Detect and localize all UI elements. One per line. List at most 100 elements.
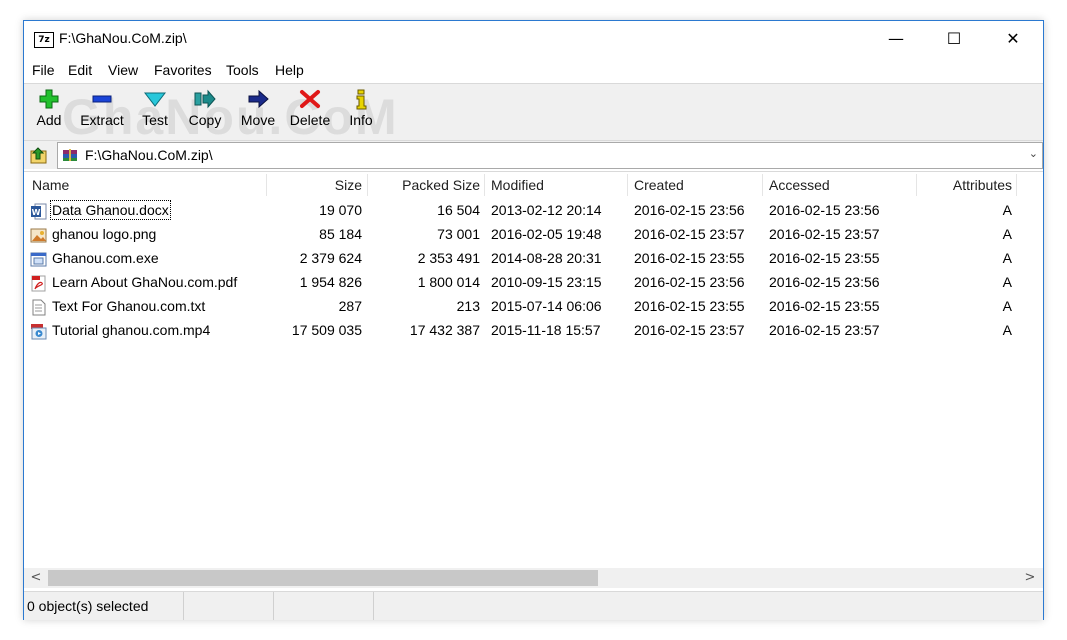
file-attributes: A xyxy=(1002,298,1012,314)
file-accessed: 2016-02-15 23:56 xyxy=(769,202,880,218)
info-button[interactable]: Info xyxy=(346,88,376,136)
file-name[interactable]: Ghanou.com.exe xyxy=(52,250,159,266)
file-accessed: 2016-02-15 23:57 xyxy=(769,322,880,338)
file-name[interactable]: ghanou logo.png xyxy=(52,226,156,242)
delete-label: Delete xyxy=(289,112,331,128)
file-created: 2016-02-15 23:55 xyxy=(634,250,745,266)
file-created: 2016-02-15 23:57 xyxy=(634,226,745,242)
column-header-name[interactable]: Name xyxy=(32,172,262,198)
menu-tools[interactable]: Tools xyxy=(226,62,259,78)
file-size: 85 184 xyxy=(319,226,362,242)
file-accessed: 2016-02-15 23:55 xyxy=(769,298,880,314)
file-created: 2016-02-15 23:56 xyxy=(634,274,745,290)
chevron-down-icon[interactable]: ⌄ xyxy=(1029,147,1038,160)
delete-button[interactable]: Delete xyxy=(287,88,333,136)
delete-icon xyxy=(300,90,320,108)
table-row[interactable]: Ghanou.com.exe 2 379 624 2 353 491 2014-… xyxy=(24,247,1043,271)
close-button[interactable]: ✕ xyxy=(984,21,1042,57)
column-header-packed-size[interactable]: Packed Size xyxy=(374,172,480,198)
file-packed-size: 1 800 014 xyxy=(417,274,480,290)
column-header-attributes[interactable]: Attributes xyxy=(919,172,1012,198)
extract-label: Extract xyxy=(80,112,124,128)
test-label: Test xyxy=(142,112,168,128)
file-packed-size: 2 353 491 xyxy=(417,250,480,266)
column-header-modified[interactable]: Modified xyxy=(491,172,621,198)
file-name[interactable]: Text For Ghanou.com.txt xyxy=(52,298,205,314)
file-size: 287 xyxy=(338,298,362,314)
menu-bar: File Edit View Favorites Tools Help xyxy=(24,59,1043,83)
file-name[interactable]: Learn About GhaNou.com.pdf xyxy=(52,274,237,290)
address-bar: F:\GhaNou.CoM.zip\ ⌄ xyxy=(24,141,1043,169)
address-path: F:\GhaNou.CoM.zip\ xyxy=(85,147,213,163)
table-row[interactable]: W Data Ghanou.docx 19 070 16 504 2013-02… xyxy=(24,199,1043,223)
horizontal-scrollbar[interactable]: < > xyxy=(24,568,1043,588)
extract-button[interactable]: Extract xyxy=(78,88,126,136)
add-label: Add xyxy=(36,112,62,128)
column-divider[interactable] xyxy=(367,174,368,196)
column-divider[interactable] xyxy=(916,174,917,196)
file-accessed: 2016-02-15 23:57 xyxy=(769,226,880,242)
menu-file[interactable]: File xyxy=(32,62,55,78)
7zip-app-icon: 7z xyxy=(34,32,54,48)
file-modified: 2016-02-05 19:48 xyxy=(491,226,602,242)
scroll-left-button[interactable]: < xyxy=(26,568,46,588)
move-label: Move xyxy=(240,112,276,128)
selection-status: 0 object(s) selected xyxy=(27,592,184,620)
copy-button[interactable]: Copy xyxy=(186,88,224,136)
file-size: 19 070 xyxy=(319,202,362,218)
column-header-created[interactable]: Created xyxy=(634,172,758,198)
file-name[interactable]: Tutorial ghanou.com.mp4 xyxy=(52,322,210,338)
table-row[interactable]: Learn About GhaNou.com.pdf 1 954 826 1 8… xyxy=(24,271,1043,295)
menu-help[interactable]: Help xyxy=(275,62,304,78)
image-file-icon xyxy=(30,228,47,243)
menu-favorites[interactable]: Favorites xyxy=(154,62,212,78)
column-divider[interactable] xyxy=(484,174,485,196)
file-attributes: A xyxy=(1002,226,1012,242)
window-title: F:\GhaNou.CoM.zip\ xyxy=(59,30,187,46)
column-divider[interactable] xyxy=(1016,174,1017,196)
test-button[interactable]: Test xyxy=(138,88,172,136)
column-divider[interactable] xyxy=(266,174,267,196)
file-created: 2016-02-15 23:55 xyxy=(634,298,745,314)
scroll-thumb[interactable] xyxy=(48,570,598,586)
column-divider[interactable] xyxy=(627,174,628,196)
add-button[interactable]: Add xyxy=(32,88,66,136)
column-header-accessed[interactable]: Accessed xyxy=(769,172,909,198)
table-row[interactable]: ghanou logo.png 85 184 73 001 2016-02-05… xyxy=(24,223,1043,247)
copy-icon xyxy=(194,89,216,109)
column-divider[interactable] xyxy=(762,174,763,196)
toolbar: GhaNou.CoM Add Extract Test Copy Move De… xyxy=(24,83,1043,145)
file-packed-size: 73 001 xyxy=(437,226,480,242)
file-size: 1 954 826 xyxy=(299,274,362,290)
info-label: Info xyxy=(349,112,373,128)
file-attributes: A xyxy=(1002,250,1012,266)
table-row[interactable]: Tutorial ghanou.com.mp4 17 509 035 17 43… xyxy=(24,319,1043,343)
svg-text:W: W xyxy=(32,208,41,217)
video-file-icon xyxy=(31,324,47,340)
status-panel xyxy=(274,592,374,620)
archive-window: 7z F:\GhaNou.CoM.zip\ — ☐ ✕ File Edit Vi… xyxy=(23,20,1044,620)
file-packed-size: 16 504 xyxy=(437,202,480,218)
maximize-button[interactable]: ☐ xyxy=(925,21,983,57)
file-modified: 2013-02-12 20:14 xyxy=(491,202,602,218)
test-icon xyxy=(143,92,167,107)
minimize-button[interactable]: — xyxy=(867,21,925,57)
copy-label: Copy xyxy=(188,112,222,128)
scroll-right-button[interactable]: > xyxy=(1020,568,1040,588)
file-name[interactable]: Data Ghanou.docx xyxy=(50,200,171,220)
file-size: 17 509 035 xyxy=(291,322,362,338)
column-header-size[interactable]: Size xyxy=(274,172,362,198)
status-bar: 0 object(s) selected xyxy=(24,591,1043,620)
menu-edit[interactable]: Edit xyxy=(68,62,92,78)
table-row[interactable]: Text For Ghanou.com.txt 287 213 2015-07-… xyxy=(24,295,1043,319)
file-packed-size: 17 432 387 xyxy=(409,322,480,338)
text-file-icon xyxy=(32,299,46,316)
file-accessed: 2016-02-15 23:56 xyxy=(769,274,880,290)
move-button[interactable]: Move xyxy=(238,88,278,136)
file-modified: 2015-11-18 15:57 xyxy=(491,322,601,338)
file-modified: 2014-08-28 20:31 xyxy=(491,250,602,266)
word-doc-icon: W xyxy=(31,203,47,220)
up-folder-icon[interactable] xyxy=(28,145,50,165)
menu-view[interactable]: View xyxy=(108,62,138,78)
address-combobox[interactable]: F:\GhaNou.CoM.zip\ ⌄ xyxy=(57,142,1043,169)
